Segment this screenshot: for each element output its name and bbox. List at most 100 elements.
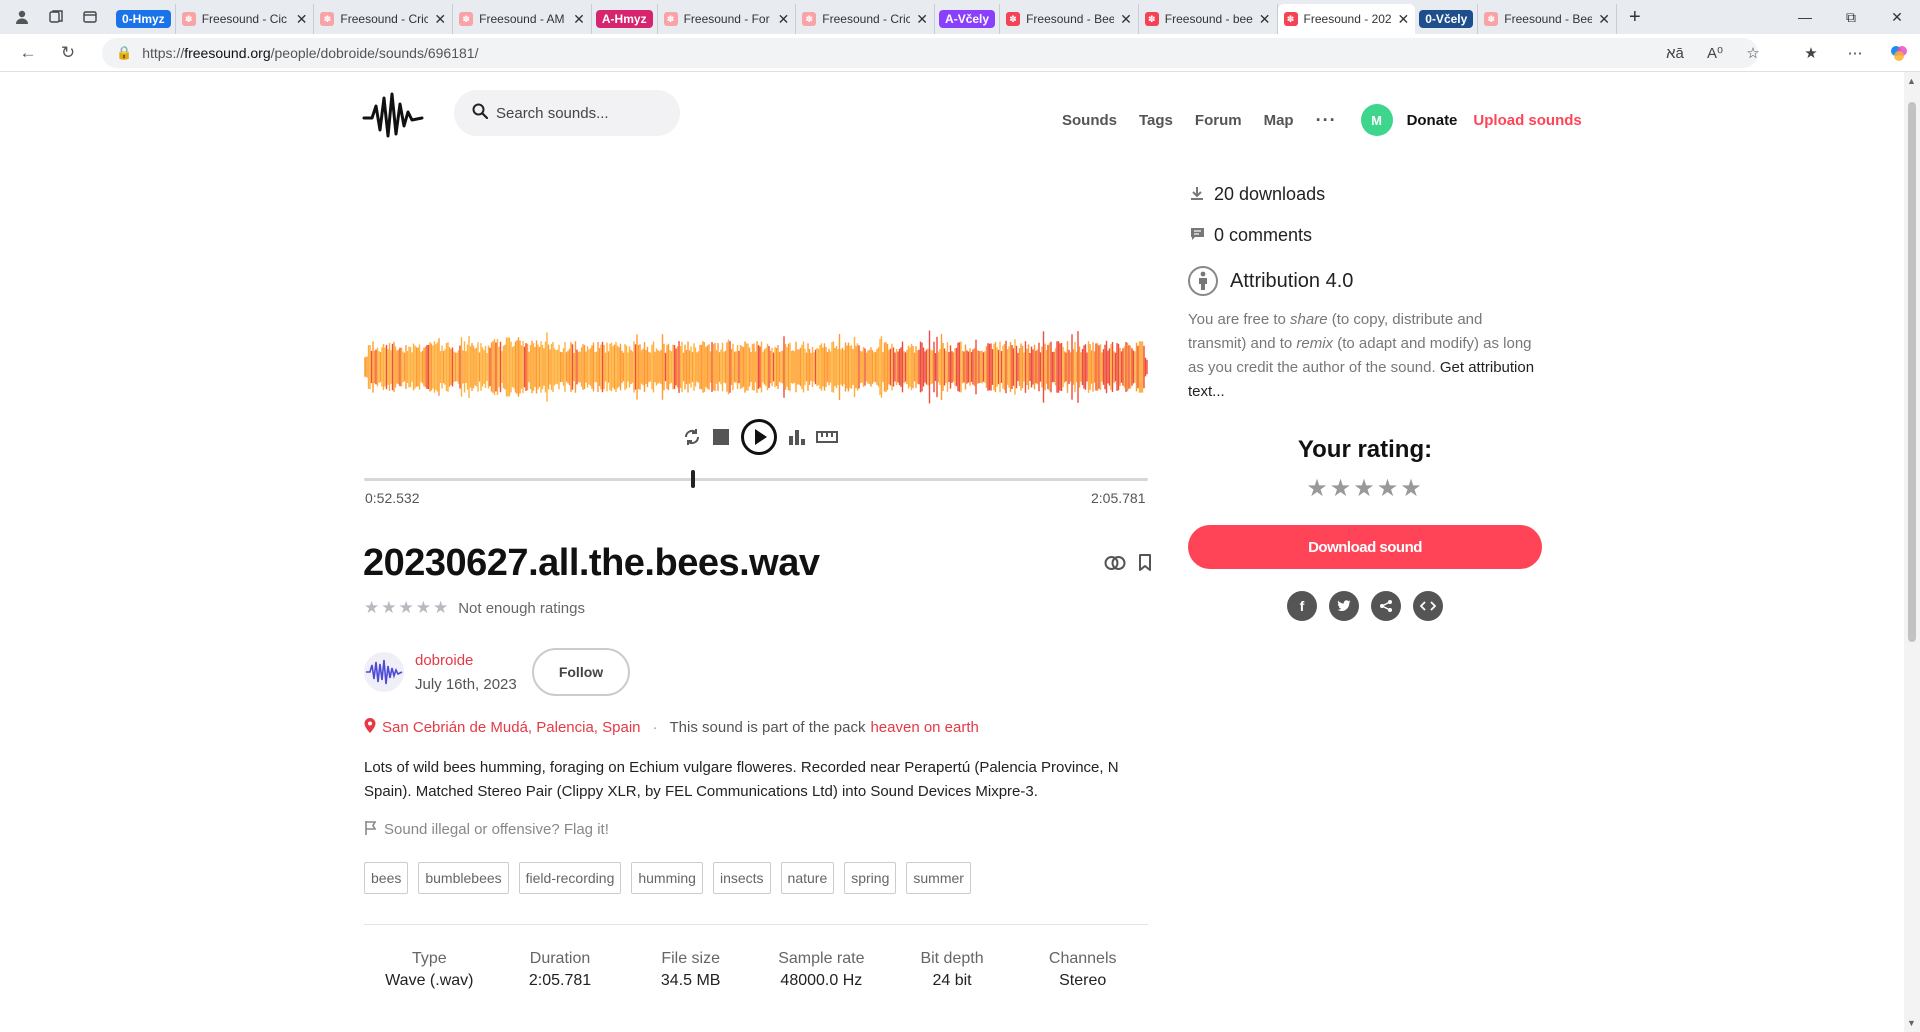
embed-icon[interactable] xyxy=(1413,591,1443,621)
tag-humming[interactable]: humming xyxy=(631,862,703,894)
stop-icon[interactable] xyxy=(712,428,730,446)
translate-icon[interactable]: אā xyxy=(1660,38,1690,68)
meta-channels: Channels Stereo xyxy=(1017,950,1148,990)
user-avatar[interactable]: M xyxy=(1360,104,1393,136)
download-icon xyxy=(1188,186,1206,204)
location-row: San Cebrián de Mudá, Palencia, Spain · T… xyxy=(364,718,979,737)
workspaces-icon[interactable] xyxy=(44,5,68,29)
tab[interactable]: ✽ Freesound - Bee ✕ xyxy=(1478,4,1618,34)
url-field[interactable]: 🔒 https://freesound.org/people/dobroide/… xyxy=(102,38,1758,68)
favorites-icon[interactable]: ★ xyxy=(1796,38,1826,68)
uploader-name[interactable]: dobroide xyxy=(415,652,473,669)
tab-group-11[interactable]: 0-Včely xyxy=(1415,4,1479,34)
tab[interactable]: ✽ Freesound - Cric ✕ xyxy=(796,4,936,34)
tab[interactable]: ✽ Freesound - bee ✕ xyxy=(1139,4,1278,34)
copilot-icon[interactable] xyxy=(1884,38,1914,68)
rate-stars[interactable]: ★★★★★ xyxy=(1188,474,1542,503)
spectrogram-icon[interactable] xyxy=(788,428,806,446)
tag-bumblebees[interactable]: bumblebees xyxy=(418,862,509,894)
freesound-logo[interactable] xyxy=(362,90,424,147)
close-tab-icon[interactable]: ✕ xyxy=(778,11,790,28)
scrollbar-thumb[interactable] xyxy=(1908,102,1916,642)
tab-label: Freesound - Cric xyxy=(340,12,429,26)
progress-bar[interactable] xyxy=(364,470,1148,488)
new-tab-button[interactable]: + xyxy=(1629,6,1641,29)
restore-button[interactable]: ⧉ xyxy=(1828,0,1874,34)
meta-label: File size xyxy=(661,950,721,967)
tab[interactable]: ✽ Freesound - For ✕ xyxy=(658,4,797,34)
bookmark-icon[interactable] xyxy=(1138,554,1152,576)
close-tab-icon[interactable]: ✕ xyxy=(296,11,308,28)
minimize-button[interactable]: — xyxy=(1782,0,1828,34)
tag-summer[interactable]: summer xyxy=(906,862,971,894)
nav-tags[interactable]: Tags xyxy=(1139,112,1173,129)
nav-sounds[interactable]: Sounds xyxy=(1062,112,1117,129)
upload-sounds-link[interactable]: Upload sounds xyxy=(1473,112,1581,129)
close-tab-icon[interactable]: ✕ xyxy=(1259,11,1271,28)
follow-button[interactable]: Follow xyxy=(532,648,630,696)
close-tab-icon[interactable]: ✕ xyxy=(1120,11,1132,28)
scroll-down-icon[interactable]: ▼ xyxy=(1907,1018,1916,1028)
tab-group-7[interactable]: A-Včely xyxy=(935,4,1001,34)
share-icon[interactable] xyxy=(1371,591,1401,621)
nav-map[interactable]: Map xyxy=(1264,112,1294,129)
tag-field-recording[interactable]: field-recording xyxy=(518,862,622,894)
flag-text: Sound illegal or offensive? Flag it! xyxy=(384,821,609,838)
sound-metadata: Type Wave (.wav) Duration 2:05.781 File size… xyxy=(364,950,1148,990)
tab[interactable]: ✽ Freesound - Bee ✕ xyxy=(1000,4,1139,34)
page-scrollbar[interactable]: ▲ ▼ xyxy=(1904,72,1920,1032)
license-name[interactable]: Attribution 4.0 xyxy=(1230,270,1353,293)
loop-icon[interactable] xyxy=(682,427,702,447)
waveform[interactable] xyxy=(364,302,1148,432)
divider xyxy=(364,924,1148,925)
close-tab-icon[interactable]: ✕ xyxy=(573,11,585,28)
close-tab-icon[interactable]: ✕ xyxy=(1398,11,1410,28)
twitter-icon[interactable] xyxy=(1329,591,1359,621)
similar-sounds-icon[interactable] xyxy=(1104,555,1126,576)
tab[interactable]: ✽ Freesound - Cric ✕ xyxy=(314,4,454,34)
tag-nature[interactable]: nature xyxy=(780,862,835,894)
sound-rating: ★★★★★ Not enough ratings xyxy=(364,598,585,618)
play-icon[interactable] xyxy=(740,418,778,456)
back-icon[interactable]: ← xyxy=(12,37,44,69)
meta-value: 24 bit xyxy=(932,972,972,989)
settings-more-icon[interactable]: ⋯ xyxy=(1840,38,1870,68)
playhead[interactable] xyxy=(691,470,696,488)
tag-insects[interactable]: insects xyxy=(712,862,771,894)
tab-group-0[interactable]: 0-Hmyz xyxy=(112,4,176,34)
tab[interactable]: ✽ Freesound - AM ✕ xyxy=(453,4,592,34)
tab-group-4[interactable]: A-Hmyz xyxy=(592,4,658,34)
profile-icon[interactable] xyxy=(10,5,34,29)
tab-label: Freesound - 202 xyxy=(1303,12,1392,26)
pack-link[interactable]: heaven on earth xyxy=(870,719,978,736)
close-window-button[interactable]: ✕ xyxy=(1874,0,1920,34)
donate-link[interactable]: Donate xyxy=(1407,112,1458,129)
tab-actions-icon[interactable] xyxy=(78,5,102,29)
read-aloud-icon[interactable]: A⁰ xyxy=(1700,38,1730,68)
tab-active[interactable]: ✽ Freesound - 202 ✕ xyxy=(1277,4,1416,34)
uploader-avatar[interactable] xyxy=(364,652,404,692)
ruler-icon[interactable] xyxy=(816,430,838,444)
favorite-star-icon[interactable]: ☆ xyxy=(1738,38,1768,68)
tag-spring[interactable]: spring xyxy=(844,862,897,894)
downloads-count: 20 downloads xyxy=(1188,184,1542,205)
meta-label: Type xyxy=(411,950,447,967)
flag-link[interactable]: Sound illegal or offensive? Flag it! xyxy=(364,820,609,839)
tab[interactable]: ✽ Freesound - Cic ✕ xyxy=(176,4,315,34)
tag-bees[interactable]: bees xyxy=(364,862,409,894)
close-tab-icon[interactable]: ✕ xyxy=(434,11,446,28)
download-sound-button[interactable]: Download sound xyxy=(1188,525,1542,569)
close-tab-icon[interactable]: ✕ xyxy=(916,11,928,28)
search-input[interactable]: Search sounds... xyxy=(454,90,680,136)
nav-forum[interactable]: Forum xyxy=(1195,112,1242,129)
location-link[interactable]: San Cebrián de Mudá, Palencia, Spain xyxy=(382,719,641,736)
location-pin-icon xyxy=(364,718,376,737)
rating-text: Not enough ratings xyxy=(458,599,585,617)
tab-label: Freesound - bee xyxy=(1164,12,1253,26)
close-tab-icon[interactable]: ✕ xyxy=(1598,11,1610,28)
facebook-icon[interactable]: f xyxy=(1287,591,1317,621)
more-menu-icon[interactable]: ··· xyxy=(1316,110,1337,131)
scroll-up-icon[interactable]: ▲ xyxy=(1907,76,1916,86)
reload-icon[interactable]: ↻ xyxy=(52,37,84,69)
freesound-favicon: ✽ xyxy=(1484,12,1499,26)
